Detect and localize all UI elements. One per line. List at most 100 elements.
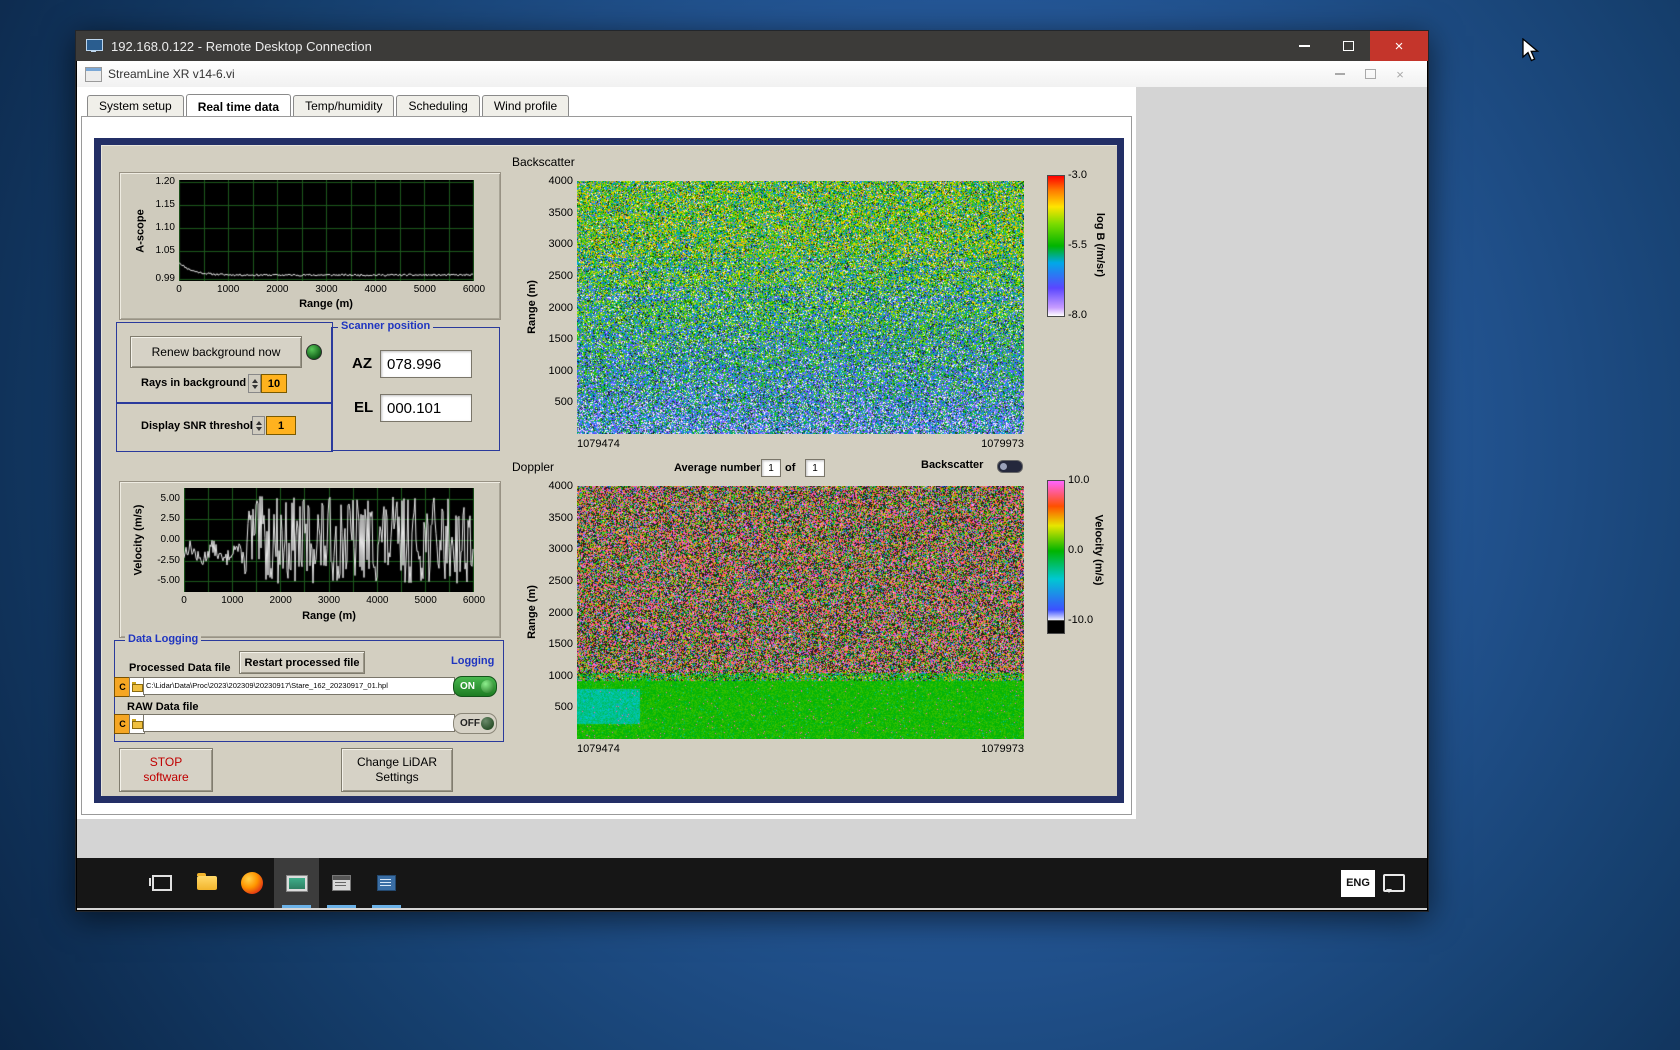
- a-scope-x-axis-label: Range (m): [299, 298, 353, 310]
- rays-spinner[interactable]: [248, 374, 261, 393]
- close-icon: ×: [1394, 37, 1404, 55]
- tick-label: 6000: [462, 284, 486, 295]
- app-client-area: System setup Real time data Temp/humidit…: [77, 87, 1427, 858]
- tick-label: 5000: [413, 284, 436, 295]
- spin-up-icon[interactable]: [255, 418, 262, 425]
- rdp-maximize-button[interactable]: [1326, 31, 1370, 61]
- raw-path-field[interactable]: [143, 714, 455, 732]
- toggle-on-label: ON: [460, 681, 475, 692]
- processed-path-field[interactable]: C:\Lidar\Data\Proc\2023\202309\20230917\…: [143, 677, 455, 695]
- snr-spinner[interactable]: [252, 416, 265, 435]
- tick-label: 5.00: [160, 492, 180, 504]
- tick-label: 1000: [217, 284, 240, 295]
- tick-label: 1000: [548, 364, 573, 377]
- raw-logging-toggle[interactable]: OFF: [453, 713, 497, 734]
- tick-label: 2000: [548, 301, 573, 314]
- az-value: 078.996: [380, 350, 472, 378]
- tick-label: 500: [554, 396, 573, 409]
- app-maximize-button[interactable]: [1355, 63, 1385, 85]
- language-indicator[interactable]: ENG: [1341, 869, 1375, 897]
- app-close-button[interactable]: ×: [1385, 63, 1415, 85]
- change-lidar-settings-button[interactable]: Change LiDAR Settings: [341, 748, 453, 792]
- notes-app-button[interactable]: [364, 858, 409, 908]
- el-label: EL: [354, 399, 374, 416]
- tick-label: 10.0: [1068, 474, 1090, 486]
- restart-processed-file-button[interactable]: Restart processed file: [239, 651, 365, 674]
- close-icon: ×: [1396, 66, 1404, 82]
- notification-chat-icon[interactable]: [1383, 874, 1405, 893]
- tick-label: 500: [554, 701, 573, 714]
- doppler-title: Doppler: [512, 460, 555, 474]
- doppler-colorbar: [1047, 480, 1065, 622]
- backscatter-time-start: 1079474: [577, 438, 620, 450]
- streamline-app-button[interactable]: [274, 858, 319, 908]
- stop-software-button[interactable]: STOP software: [119, 748, 213, 792]
- streamline-app-icon: [285, 874, 308, 892]
- tick-label: 2500: [548, 269, 573, 282]
- toggle-off-label: OFF: [460, 718, 480, 729]
- tick-label: -3.0: [1068, 169, 1087, 181]
- velocity-x-axis-label: Range (m): [302, 610, 356, 622]
- backscatter-title: Backscatter: [512, 155, 575, 169]
- tick-label: 0.00: [160, 534, 180, 545]
- tick-label: 3000: [315, 284, 338, 295]
- tick-label: 0: [176, 284, 182, 295]
- change-lidar-label-line1: Change LiDAR: [356, 755, 438, 769]
- tick-label: 4000: [548, 480, 573, 492]
- tab-real-time-data[interactable]: Real time data: [185, 94, 292, 118]
- backscatter-heatmap: [577, 181, 1024, 434]
- snr-value-field[interactable]: 1: [266, 416, 296, 435]
- tick-label: 0: [181, 595, 187, 606]
- tick-label: 3000: [548, 543, 573, 556]
- rdp-icon: [86, 39, 103, 53]
- spin-down-icon[interactable]: [251, 384, 258, 392]
- tick-label: -2.50: [157, 554, 180, 566]
- tick-label: 2000: [548, 606, 573, 619]
- mouse-cursor: [1522, 38, 1540, 62]
- rdp-minimize-button[interactable]: [1282, 31, 1326, 61]
- tick-label: 3000: [548, 238, 573, 251]
- tick-label: -10.0: [1068, 614, 1094, 626]
- tick-label: 3500: [548, 206, 573, 219]
- tab-temp-humidity[interactable]: Temp/humidity: [293, 95, 395, 117]
- tick-label: 2000: [269, 595, 292, 606]
- firefox-button[interactable]: [229, 858, 274, 908]
- vi-icon: [85, 66, 102, 82]
- app-minimize-button[interactable]: [1325, 63, 1355, 85]
- tab-system-setup[interactable]: System setup: [87, 95, 184, 117]
- maximize-icon: [1342, 41, 1354, 51]
- tab-wind-profile[interactable]: Wind profile: [481, 95, 570, 117]
- backscatter-doppler-toggle[interactable]: [997, 460, 1023, 473]
- tick-label: 1500: [548, 333, 573, 346]
- raw-data-file-label: RAW Data file: [127, 701, 199, 713]
- el-value: 000.101: [380, 394, 472, 422]
- task-view-icon: [148, 875, 172, 891]
- tick-label: 1500: [548, 638, 573, 651]
- velocity-plot: [184, 488, 474, 592]
- tick-label: 1.15: [155, 199, 175, 211]
- rdp-titlebar[interactable]: 192.168.0.122 - Remote Desktop Connectio…: [76, 31, 1428, 61]
- scan-scheduler-icon: [332, 875, 351, 891]
- tick-label: 1000: [221, 595, 244, 606]
- spin-down-icon[interactable]: [255, 426, 262, 434]
- tab-scheduling[interactable]: Scheduling: [396, 95, 480, 117]
- tick-label: 4000: [364, 284, 387, 295]
- tick-label: 1.10: [155, 222, 175, 234]
- rdp-close-button[interactable]: ×: [1370, 31, 1428, 61]
- renew-background-button[interactable]: Renew background now: [130, 336, 302, 368]
- processed-logging-toggle[interactable]: ON: [453, 676, 497, 697]
- rays-value-field[interactable]: 10: [261, 374, 287, 393]
- average-number-label: Average number: [674, 462, 761, 474]
- spin-up-icon[interactable]: [251, 376, 258, 383]
- average-current-field[interactable]: 1: [761, 459, 781, 477]
- tick-label: 4000: [366, 595, 389, 606]
- scanner-position-title: Scanner position: [338, 320, 434, 332]
- file-explorer-button[interactable]: [184, 858, 229, 908]
- task-view-button[interactable]: [139, 858, 184, 908]
- app-titlebar[interactable]: StreamLine XR v14-6.vi ×: [77, 61, 1427, 88]
- average-total-field[interactable]: 1: [805, 459, 825, 477]
- tick-label: 3500: [548, 511, 573, 524]
- toggle-knob-icon: [481, 680, 494, 693]
- stop-software-label-line1: STOP: [149, 755, 183, 769]
- scan-scheduler-button[interactable]: [319, 858, 364, 908]
